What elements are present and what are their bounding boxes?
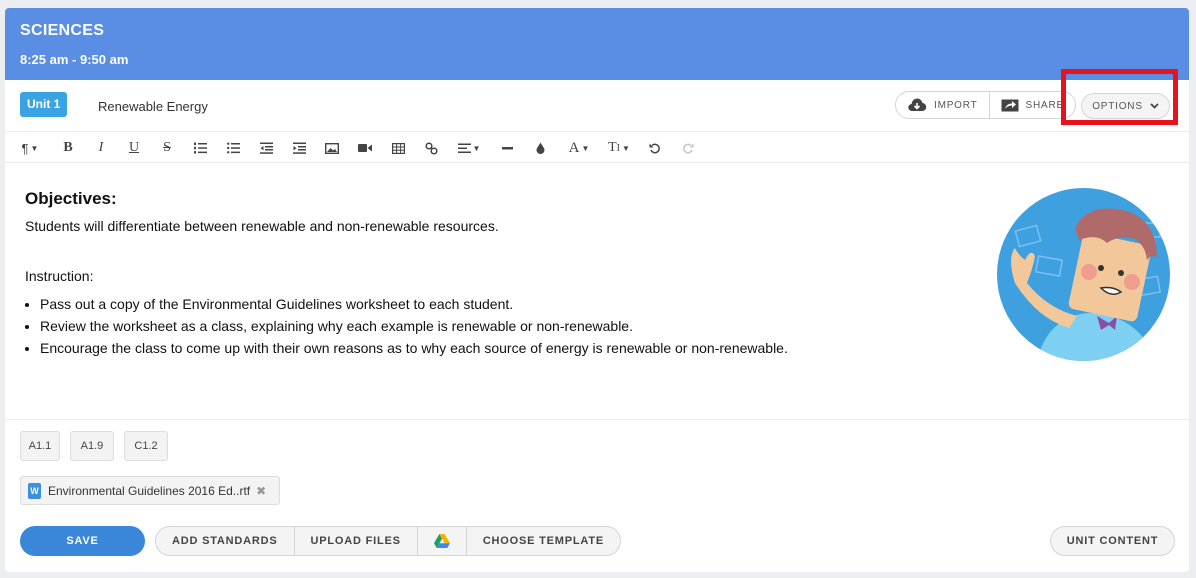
google-drive-icon: [433, 534, 450, 548]
choose-template-button[interactable]: CHOOSE TEMPLATE: [465, 527, 620, 555]
undo-icon[interactable]: [647, 139, 663, 157]
paragraph-icon[interactable]: ¶ ▼: [17, 139, 43, 157]
color-icon[interactable]: [532, 139, 548, 157]
redo-icon[interactable]: [680, 139, 696, 157]
outdent-icon[interactable]: [258, 139, 274, 157]
list-item: Encourage the class to come up with thei…: [40, 337, 788, 359]
upload-files-button[interactable]: UPLOAD FILES: [293, 527, 417, 555]
underline-icon[interactable]: U: [126, 139, 142, 157]
font-size-icon[interactable]: T I ▼: [605, 139, 633, 157]
lesson-editor[interactable]: Objectives: Students will differentiate …: [5, 163, 1189, 420]
objectives-heading: Objectives:: [25, 189, 117, 208]
class-time: 8:25 am - 9:50 am: [20, 52, 129, 67]
close-icon[interactable]: ✖: [256, 484, 266, 498]
word-file-icon: W: [28, 482, 41, 499]
options-highlight-box: [1061, 69, 1178, 125]
class-header: SCIENCES 8:25 am - 9:50 am: [5, 8, 1189, 80]
font-icon[interactable]: A ▼: [565, 139, 593, 157]
class-title: SCIENCES: [20, 22, 105, 39]
import-label: IMPORT: [934, 99, 978, 111]
lesson-topbar: Unit 1 Renewable Energy IMPORT SHARE OPT…: [5, 80, 1189, 132]
import-button[interactable]: IMPORT: [896, 92, 989, 118]
list-item: Review the worksheet as a class, explain…: [40, 315, 788, 337]
ordered-list-icon[interactable]: [192, 139, 208, 157]
add-standards-button[interactable]: ADD STANDARDS: [156, 527, 294, 555]
align-icon[interactable]: ▼: [456, 139, 482, 157]
import-share-group: IMPORT SHARE: [895, 91, 1076, 119]
teacher-illustration: [997, 188, 1170, 361]
bulleted-list-icon[interactable]: [225, 139, 241, 157]
share-icon: [1001, 99, 1019, 111]
editor-toolbar: ¶ ▼ B I U S ▼ A ▼ T I ▼: [5, 132, 1189, 163]
standards-list: A1.1 A1.9 C1.2: [20, 431, 178, 461]
image-icon[interactable]: [324, 139, 340, 157]
action-button-group: ADD STANDARDS UPLOAD FILES CHOOSE TEMPLA…: [155, 526, 622, 556]
standard-tag[interactable]: A1.9: [70, 431, 114, 461]
attachment-chip[interactable]: W Environmental Guidelines 2016 Ed..rtf …: [20, 476, 280, 505]
unit-name[interactable]: Renewable Energy: [98, 99, 208, 114]
cloud-download-icon: [908, 98, 927, 112]
link-icon[interactable]: [423, 139, 439, 157]
objectives-text: Students will differentiate between rene…: [25, 218, 499, 234]
share-label: SHARE: [1025, 99, 1064, 111]
lesson-card: SCIENCES 8:25 am - 9:50 am Unit 1 Renewa…: [5, 8, 1189, 572]
italic-icon[interactable]: I: [93, 139, 109, 157]
table-icon[interactable]: [390, 139, 406, 157]
unit-badge[interactable]: Unit 1: [20, 92, 68, 117]
standard-tag[interactable]: A1.1: [20, 431, 60, 461]
unit-content-button[interactable]: UNIT CONTENT: [1050, 526, 1175, 556]
list-item: Pass out a copy of the Environmental Gui…: [40, 293, 788, 315]
instruction-label: Instruction:: [25, 268, 94, 284]
instruction-list: Pass out a copy of the Environmental Gui…: [40, 293, 788, 359]
strikethrough-icon[interactable]: S: [159, 139, 175, 157]
attachment-name: Environmental Guidelines 2016 Ed..rtf: [48, 483, 251, 498]
google-drive-button[interactable]: [416, 527, 466, 555]
horizontal-rule-icon[interactable]: [499, 139, 515, 157]
bold-icon[interactable]: B: [60, 139, 76, 157]
standard-tag[interactable]: C1.2: [124, 431, 168, 461]
save-button[interactable]: SAVE: [20, 526, 145, 556]
video-icon[interactable]: [357, 139, 373, 157]
indent-icon[interactable]: [291, 139, 307, 157]
